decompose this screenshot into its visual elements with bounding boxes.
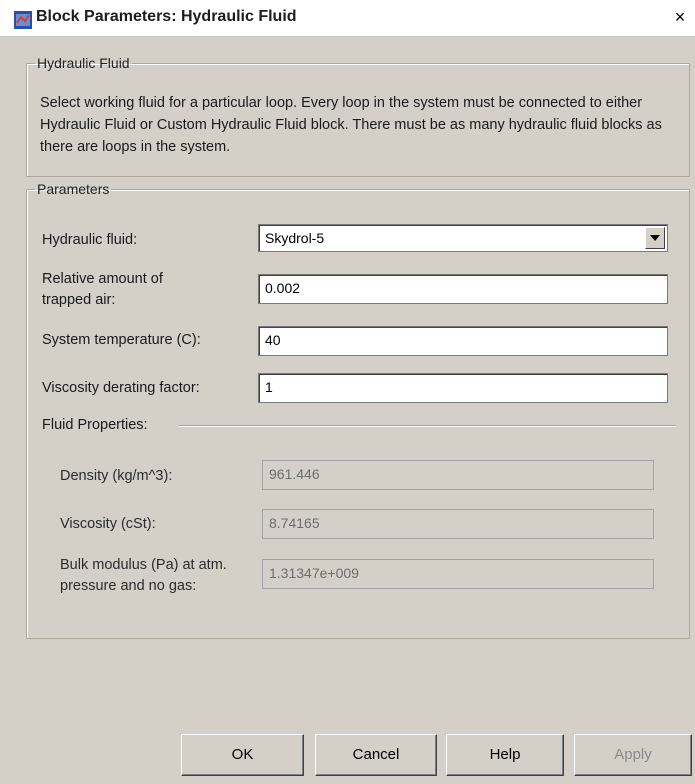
viscosity-derating-input[interactable]: 1 [258, 373, 668, 403]
fluid-properties-separator [178, 425, 676, 427]
system-temperature-label: System temperature (C): [42, 332, 201, 348]
trapped-air-input[interactable]: 0.002 [258, 274, 668, 304]
hydraulic-fluid-dropdown[interactable]: Skydrol-5 [258, 224, 668, 252]
bulk-modulus-label-line2: pressure and no gas: [60, 578, 197, 594]
system-temperature-input[interactable]: 40 [258, 326, 668, 356]
block-description: Select working fluid for a particular lo… [40, 95, 662, 155]
chevron-down-icon[interactable] [645, 227, 665, 249]
viscosity-readonly-field: 8.74165 [262, 509, 654, 539]
simulink-block-icon [14, 11, 32, 29]
hydraulic-fluid-selected-value: Skydrol-5 [265, 230, 325, 246]
viscosity-derating-label: Viscosity derating factor: [42, 380, 200, 396]
apply-button[interactable]: Apply [574, 734, 692, 776]
fluid-properties-label: Fluid Properties: [42, 417, 148, 433]
ok-button[interactable]: OK [181, 734, 304, 776]
help-button[interactable]: Help [446, 734, 564, 776]
bulk-modulus-label-line1: Bulk modulus (Pa) at atm. [60, 557, 227, 573]
density-label: Density (kg/m^3): [60, 468, 173, 484]
close-icon[interactable]: × [671, 8, 689, 26]
viscosity-label: Viscosity (cSt): [60, 516, 156, 532]
parameters-group-legend: Parameters [37, 181, 110, 197]
hydraulic-fluid-label: Hydraulic fluid: [42, 232, 138, 248]
trapped-air-label-line2: trapped air: [42, 292, 116, 308]
cancel-button[interactable]: Cancel [315, 734, 437, 776]
title-bar: Block Parameters: Hydraulic Fluid × [0, 0, 695, 37]
density-readonly-field: 961.446 [262, 460, 654, 490]
trapped-air-label-line1: Relative amount of [42, 271, 163, 287]
bulk-modulus-readonly-field: 1.31347e+009 [262, 559, 654, 589]
description-group-legend: Hydraulic Fluid [37, 55, 130, 71]
window-title: Block Parameters: Hydraulic Fluid [36, 8, 297, 25]
